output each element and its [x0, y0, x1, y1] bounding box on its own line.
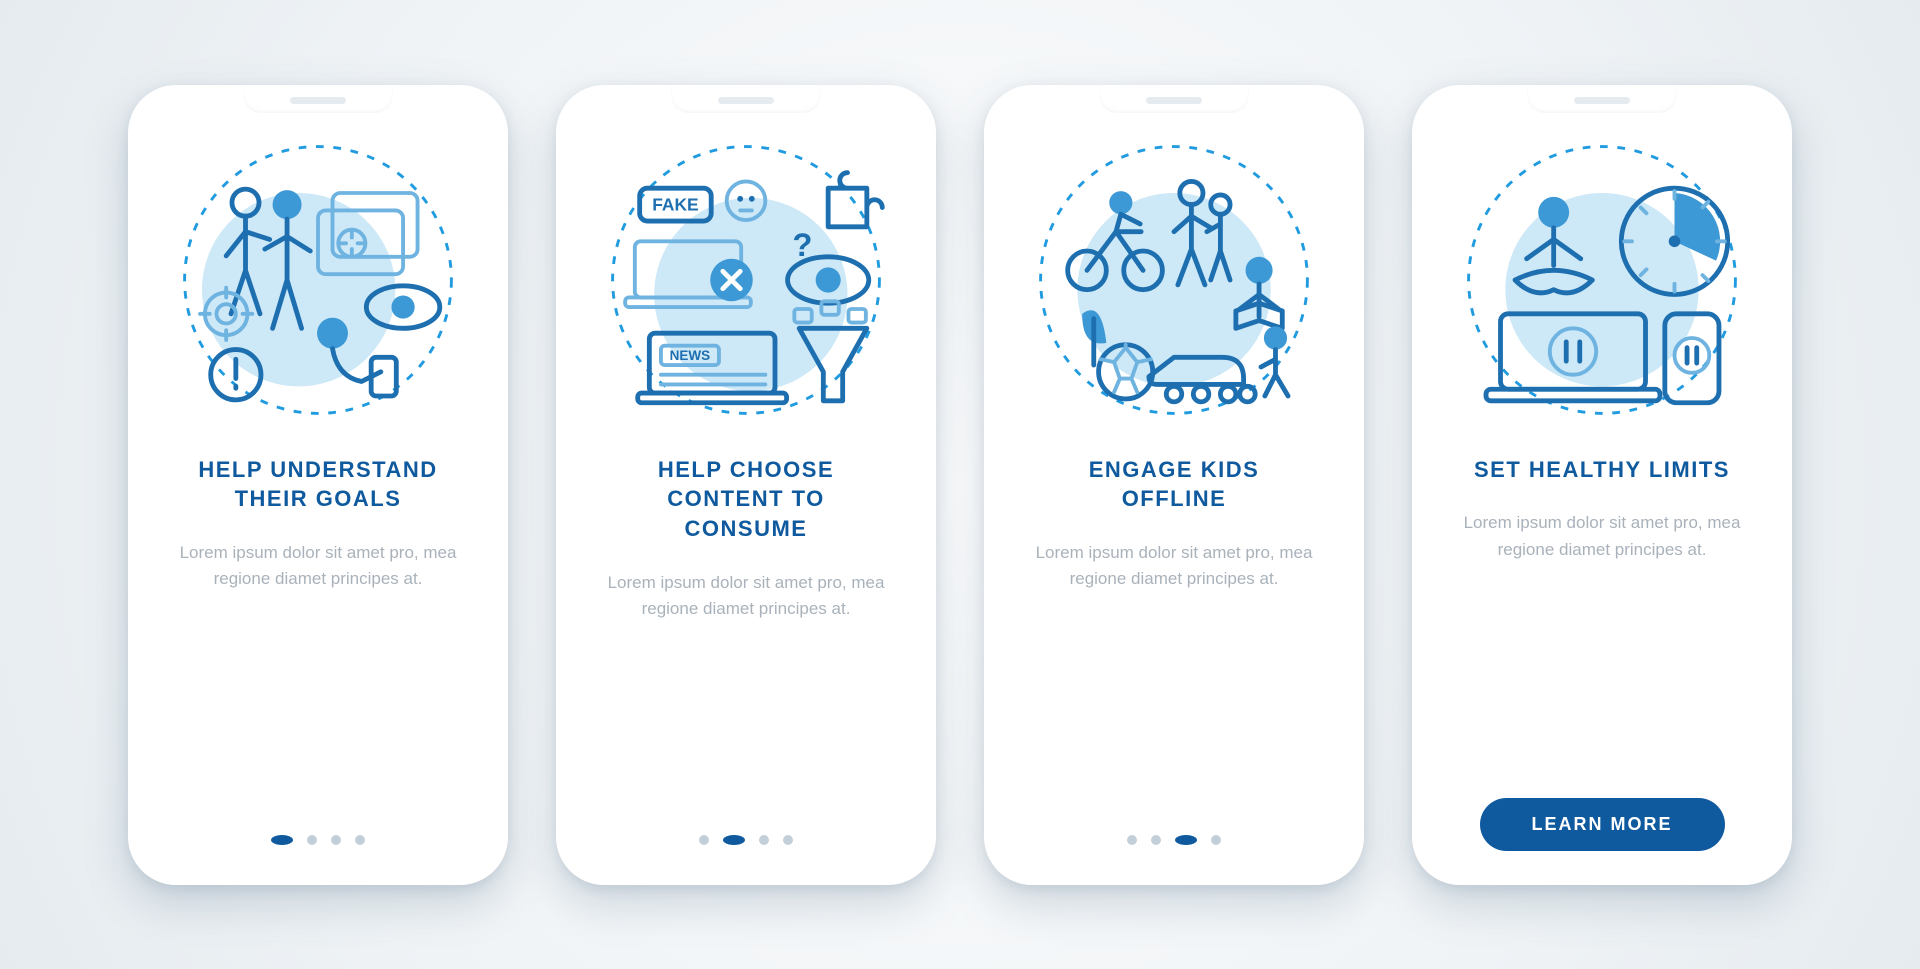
onboarding-screen-1: HELP UNDERSTAND THEIR GOALS Lorem ipsum …	[128, 85, 508, 885]
pagination-dots	[1127, 835, 1221, 845]
limits-illustration	[1457, 135, 1747, 425]
learn-more-button[interactable]: LEARN MORE	[1480, 798, 1725, 851]
onboarding-screen-2: FAKE ? NEWS	[556, 85, 936, 885]
onboarding-screen-3: ENGAGE KIDS OFFLINE Lorem ipsum dolor si…	[984, 85, 1364, 885]
screen-body: Lorem ipsum dolor sit amet pro, mea regi…	[178, 540, 458, 593]
onboarding-stage: HELP UNDERSTAND THEIR GOALS Lorem ipsum …	[0, 0, 1920, 969]
svg-text:FAKE: FAKE	[652, 194, 698, 214]
dot-4[interactable]	[355, 835, 365, 845]
dot-2[interactable]	[723, 835, 745, 845]
svg-text:NEWS: NEWS	[670, 348, 711, 363]
phone-notch	[1527, 85, 1677, 113]
pagination-dots	[271, 835, 365, 845]
screen-title: HELP UNDERSTAND THEIR GOALS	[178, 455, 458, 514]
dot-3[interactable]	[759, 835, 769, 845]
screen-body: Lorem ipsum dolor sit amet pro, mea regi…	[1462, 510, 1742, 563]
onboarding-screen-4: SET HEALTHY LIMITS Lorem ipsum dolor sit…	[1412, 85, 1792, 885]
screen-title: ENGAGE KIDS OFFLINE	[1034, 455, 1314, 514]
screen-body: Lorem ipsum dolor sit amet pro, mea regi…	[1034, 540, 1314, 593]
screen-title: SET HEALTHY LIMITS	[1474, 455, 1730, 485]
dot-2[interactable]	[1151, 835, 1161, 845]
screen-title: HELP CHOOSE CONTENT TO CONSUME	[606, 455, 886, 544]
dot-3[interactable]	[1175, 835, 1197, 845]
dot-1[interactable]	[271, 835, 293, 845]
pagination-dots	[699, 835, 793, 845]
phone-notch	[1099, 85, 1249, 113]
dot-3[interactable]	[331, 835, 341, 845]
dot-1[interactable]	[699, 835, 709, 845]
content-illustration: FAKE ? NEWS	[601, 135, 891, 425]
dot-1[interactable]	[1127, 835, 1137, 845]
screen-body: Lorem ipsum dolor sit amet pro, mea regi…	[606, 570, 886, 623]
dot-2[interactable]	[307, 835, 317, 845]
phone-notch	[243, 85, 393, 113]
goals-illustration	[173, 135, 463, 425]
phone-notch	[671, 85, 821, 113]
dot-4[interactable]	[1211, 835, 1221, 845]
offline-illustration	[1029, 135, 1319, 425]
dot-4[interactable]	[783, 835, 793, 845]
